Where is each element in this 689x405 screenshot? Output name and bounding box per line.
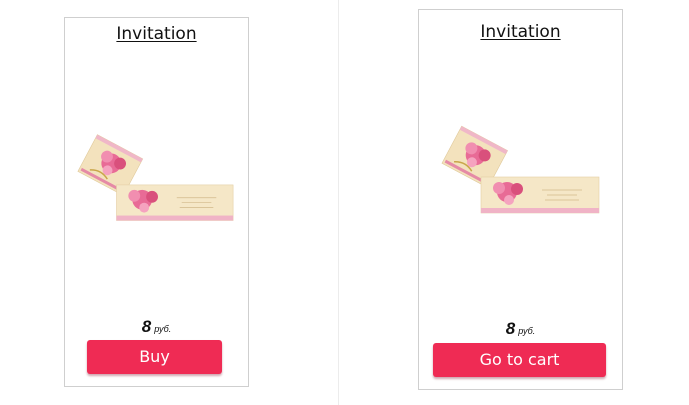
column-divider bbox=[338, 0, 339, 405]
go-to-cart-button[interactable]: Go to cart bbox=[433, 343, 606, 377]
invitation-card-image[interactable] bbox=[437, 120, 607, 220]
product-title-link[interactable]: Invitation bbox=[419, 22, 622, 42]
invitation-card-image[interactable] bbox=[73, 128, 241, 228]
price-value: 8 bbox=[141, 317, 152, 336]
price-currency: руб. bbox=[154, 324, 172, 334]
price-value: 8 bbox=[505, 319, 516, 338]
product-card: Invitation 8 руб. Go to cart bbox=[418, 9, 623, 390]
product-card: Invitation 8 руб. Buy bbox=[64, 17, 249, 387]
buy-button[interactable]: Buy bbox=[87, 340, 222, 374]
price: 8 руб. bbox=[65, 317, 248, 337]
price: 8 руб. bbox=[419, 319, 622, 339]
product-title-link[interactable]: Invitation bbox=[65, 24, 248, 44]
price-currency: руб. bbox=[518, 326, 536, 336]
